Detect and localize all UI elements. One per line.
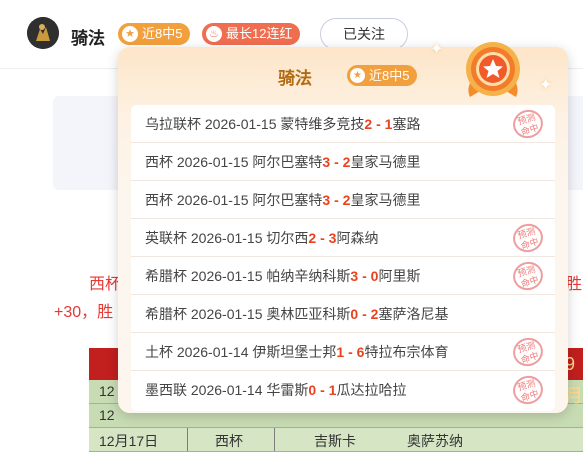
home-score: 3 <box>350 268 359 284</box>
score-separator: - <box>362 268 367 284</box>
home-score: 3 <box>322 154 331 170</box>
score-separator: - <box>320 230 325 246</box>
flame-icon: ♨ <box>206 26 222 42</box>
table-cell: 吉斯卡 <box>314 433 356 449</box>
hit-stamp-icon: 预测 命中 <box>509 334 547 370</box>
home-team: 阿尔巴塞特 <box>252 192 323 208</box>
match-date: 2026-01-15 <box>204 116 277 132</box>
column-divider <box>187 428 188 451</box>
league: 西杯 <box>145 154 173 170</box>
hit-stamp-icon: 预测 命中 <box>509 106 547 142</box>
table-cell: 西杯 <box>215 433 243 449</box>
star-icon: ★ <box>350 68 365 83</box>
home-score: 0 <box>308 382 317 398</box>
follow-button[interactable]: 已关注 <box>320 18 408 50</box>
away-team: 特拉布宗体育 <box>364 344 449 360</box>
home-team: 奥林匹亚科斯 <box>266 306 351 322</box>
list-item[interactable]: 西杯 2026-01-15 阿尔巴塞特3 - 2皇家马德里 <box>131 143 555 181</box>
list-item[interactable]: 希腊杯 2026-01-15 帕纳辛纳科斯3 - 0阿里斯 预测 命中 <box>131 257 555 295</box>
list-item[interactable]: 土杯 2026-01-14 伊斯坦堡士邦1 - 6特拉布宗体育 预测 命中 <box>131 333 555 371</box>
match-date: 2026-01-14 <box>190 382 263 398</box>
home-team: 帕纳辛纳科斯 <box>266 268 351 284</box>
list-item[interactable]: 希腊杯 2026-01-15 奥林匹亚科斯0 - 2塞萨洛尼基 <box>131 295 555 333</box>
hit-rate-badge: ★ 近8中5 <box>347 65 418 86</box>
home-score: 0 <box>350 306 359 322</box>
table-cell: 奥萨苏纳 <box>407 433 463 449</box>
league: 墨西联 <box>145 382 187 398</box>
match-text: 西杯 2026-01-15 阿尔巴塞特3 - 2皇家马德里 <box>145 143 420 181</box>
home-score: 2 <box>308 230 317 246</box>
league: 乌拉联杯 <box>145 116 201 132</box>
hit-rate-badge: ★ 近8中5 <box>118 23 191 45</box>
hit-rate-label: 近8中5 <box>142 26 183 41</box>
hit-rate-label: 近8中5 <box>369 68 410 83</box>
table-cell: 12 <box>99 383 115 399</box>
author-name[interactable]: 骑法 <box>71 24 105 49</box>
home-score: 3 <box>322 192 331 208</box>
match-text: 希腊杯 2026-01-15 帕纳辛纳科斯3 - 0阿里斯 <box>145 257 420 295</box>
away-team: 阿里斯 <box>378 268 421 284</box>
table-row: 12月17日 西杯 吉斯卡 奥萨苏纳 <box>89 428 583 452</box>
article-text-line: 西杯 <box>89 276 122 293</box>
away-team: 阿森纳 <box>336 230 379 246</box>
hit-record-popover: ✦ ✦ 骑法 ★ 近8中5 乌拉联杯 2026-01-15 蒙特维多竞技2 - … <box>118 41 568 413</box>
streak-badge: ♨ 最长12连红 <box>202 23 301 45</box>
hit-stamp-icon: 预测 命中 <box>509 220 547 256</box>
hit-stamp-icon: 预测 命中 <box>509 258 547 294</box>
match-date: 2026-01-15 <box>190 268 263 284</box>
league: 土杯 <box>145 344 173 360</box>
away-team: 塞路 <box>392 116 421 132</box>
league: 希腊杯 <box>145 268 187 284</box>
score-separator: - <box>362 306 367 322</box>
match-date: 2026-01-15 <box>176 154 249 170</box>
match-date: 2026-01-15 <box>190 306 263 322</box>
league: 英联杯 <box>145 230 187 246</box>
table-cell: 12 <box>99 407 115 423</box>
away-team: 塞萨洛尼基 <box>378 306 449 322</box>
list-item[interactable]: 墨西联 2026-01-14 华雷斯0 - 1瓜达拉哈拉 预测 命中 <box>131 371 555 409</box>
match-text: 希腊杯 2026-01-15 奥林匹亚科斯0 - 2塞萨洛尼基 <box>145 295 448 333</box>
match-date: 2026-01-15 <box>176 192 249 208</box>
table-cell: 12月17日 <box>99 433 159 449</box>
author-avatar[interactable] <box>27 17 59 49</box>
away-team: 皇家马德里 <box>350 154 421 170</box>
league: 希腊杯 <box>145 306 187 322</box>
score-separator: - <box>320 382 325 398</box>
home-team: 伊斯坦堡士邦 <box>252 344 337 360</box>
home-score: 2 <box>364 116 373 132</box>
list-item[interactable]: 西杯 2026-01-15 阿尔巴塞特3 - 2皇家马德里 <box>131 181 555 219</box>
score-separator: - <box>348 344 353 360</box>
home-score: 1 <box>336 344 345 360</box>
list-item[interactable]: 英联杯 2026-01-15 切尔西2 - 3阿森纳 预测 命中 <box>131 219 555 257</box>
league: 西杯 <box>145 192 173 208</box>
article-text-line: +30，胜 <box>54 304 114 321</box>
match-text: 西杯 2026-01-15 阿尔巴塞特3 - 2皇家马德里 <box>145 181 420 219</box>
home-team: 切尔西 <box>266 230 309 246</box>
sparkle-icon: ✦ <box>539 77 553 94</box>
match-text: 英联杯 2026-01-15 切尔西2 - 3阿森纳 <box>145 219 378 257</box>
hit-stamp-icon: 预测 命中 <box>509 372 547 408</box>
medal-icon <box>466 42 520 97</box>
score-separator: - <box>334 154 339 170</box>
star-icon: ★ <box>122 26 138 42</box>
score-separator: - <box>334 192 339 208</box>
away-team: 皇家马德里 <box>350 192 421 208</box>
match-date: 2026-01-14 <box>176 344 249 360</box>
home-team: 华雷斯 <box>266 382 309 398</box>
sparkle-icon: ✦ <box>430 41 444 58</box>
match-text: 土杯 2026-01-14 伊斯坦堡士邦1 - 6特拉布宗体育 <box>145 333 448 371</box>
match-text: 乌拉联杯 2026-01-15 蒙特维多竞技2 - 1塞路 <box>145 105 420 143</box>
list-item[interactable]: 乌拉联杯 2026-01-15 蒙特维多竞技2 - 1塞路 预测 命中 <box>131 105 555 143</box>
match-text: 墨西联 2026-01-14 华雷斯0 - 1瓜达拉哈拉 <box>145 371 406 409</box>
home-team: 蒙特维多竞技 <box>280 116 365 132</box>
score-separator: - <box>376 116 381 132</box>
home-team: 阿尔巴塞特 <box>252 154 323 170</box>
article-text-fragment: 胜 <box>566 276 583 293</box>
column-divider <box>274 428 275 451</box>
streak-label: 最长12连红 <box>226 26 293 41</box>
away-team: 瓜达拉哈拉 <box>336 382 407 398</box>
recent-predictions-list: 乌拉联杯 2026-01-15 蒙特维多竞技2 - 1塞路 预测 命中 西杯 20… <box>131 105 555 411</box>
popover-title: 骑法 <box>278 69 312 88</box>
match-date: 2026-01-15 <box>190 230 263 246</box>
